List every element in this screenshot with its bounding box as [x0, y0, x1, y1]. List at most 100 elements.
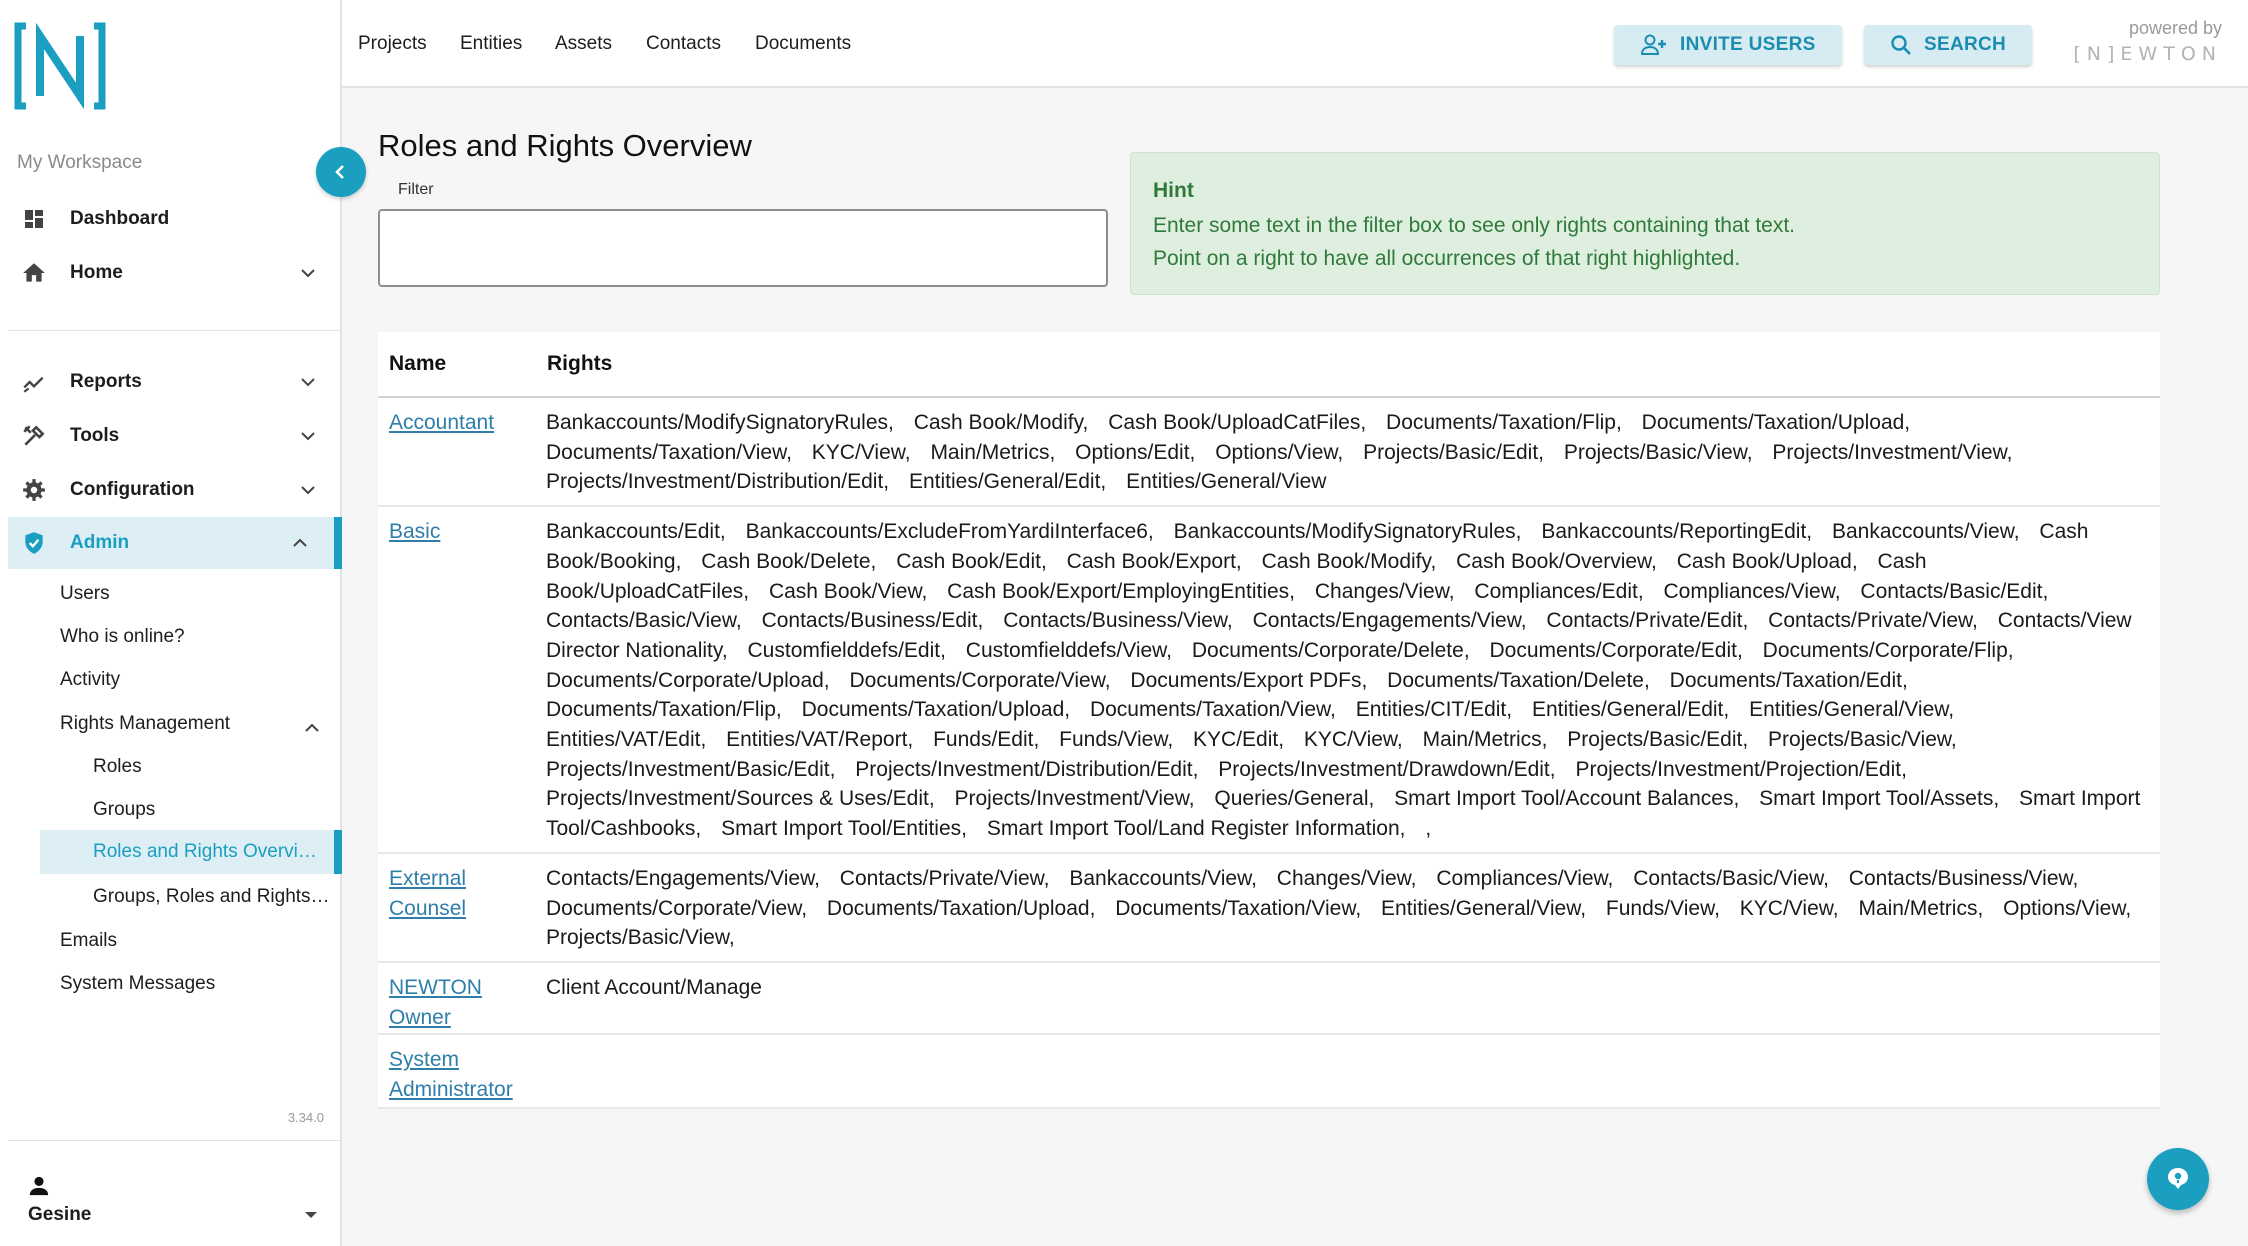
- right-token[interactable]: Entities/VAT/Report,: [726, 728, 913, 751]
- filter-input[interactable]: [378, 209, 1108, 287]
- sidebar-item-dashboard[interactable]: Dashboard: [8, 193, 342, 245]
- role-link[interactable]: Accountant: [389, 411, 494, 434]
- right-token[interactable]: Queries/General,: [1214, 787, 1374, 810]
- sidebar-item-rights-management[interactable]: Rights Management: [60, 713, 230, 735]
- right-token[interactable]: Projects/Investment/Distribution/Edit,: [546, 470, 889, 493]
- right-token[interactable]: KYC/View,: [1740, 897, 1839, 920]
- right-token[interactable]: Projects/Investment/Sources & Uses/Edit,: [546, 787, 935, 810]
- right-token[interactable]: Documents/Taxation/Delete,: [1387, 669, 1650, 692]
- right-token[interactable]: Bankaccounts/View,: [1832, 520, 2020, 543]
- right-token[interactable]: Main/Metrics,: [930, 441, 1055, 464]
- right-token[interactable]: Options/View,: [1215, 441, 1343, 464]
- right-token[interactable]: Projects/Basic/View,: [1768, 728, 1957, 751]
- right-token[interactable]: Cash Book/Export/EmployingEntities,: [947, 580, 1295, 603]
- right-token[interactable]: Smart Import Tool/Land Register Informat…: [987, 817, 1406, 840]
- right-token[interactable]: Options/View,: [2003, 897, 2131, 920]
- right-token[interactable]: Entities/VAT/Edit,: [546, 728, 706, 751]
- sidebar-item-who-is-online[interactable]: Who is online?: [60, 626, 185, 648]
- newton-logo[interactable]: [14, 20, 106, 112]
- right-token[interactable]: Documents/Taxation/View,: [1115, 897, 1361, 920]
- right-token[interactable]: Contacts/Private/View,: [840, 867, 1050, 890]
- right-token[interactable]: Cash Book/Delete,: [701, 550, 876, 573]
- right-token[interactable]: Bankaccounts/ExcludeFromYardiInterface6,: [746, 520, 1154, 543]
- right-token[interactable]: Documents/Corporate/Upload,: [546, 669, 830, 692]
- topnav-projects[interactable]: Projects: [358, 33, 427, 55]
- collapse-sidebar-button[interactable]: [316, 147, 366, 197]
- right-token[interactable]: Main/Metrics,: [1423, 728, 1548, 751]
- right-token[interactable]: Contacts/Basic/View,: [546, 609, 742, 632]
- role-link[interactable]: Basic: [389, 520, 440, 543]
- sidebar-item-groups[interactable]: Groups: [93, 799, 155, 821]
- right-token[interactable]: Options/Edit,: [1075, 441, 1195, 464]
- right-token[interactable]: Projects/Basic/View,: [546, 926, 735, 949]
- topnav-contacts[interactable]: Contacts: [646, 33, 721, 55]
- right-token[interactable]: Documents/Corporate/View,: [850, 669, 1111, 692]
- right-token[interactable]: KYC/View,: [812, 441, 911, 464]
- right-token[interactable]: Projects/Investment/Basic/Edit,: [546, 758, 835, 781]
- right-token[interactable]: Documents/Taxation/Edit,: [1670, 669, 1908, 692]
- right-token[interactable]: ,: [1425, 817, 1431, 840]
- right-token[interactable]: Bankaccounts/View,: [1069, 867, 1257, 890]
- right-token[interactable]: Documents/Taxation/View,: [546, 441, 792, 464]
- right-token[interactable]: Smart Import Tool/Assets,: [1759, 787, 1999, 810]
- sidebar-item-roles-and-rights-overview[interactable]: Roles and Rights Overvi…: [40, 830, 342, 874]
- right-token[interactable]: Projects/Investment/Drawdown/Edit,: [1218, 758, 1555, 781]
- sidebar-item-activity[interactable]: Activity: [60, 669, 120, 691]
- user-name[interactable]: Gesine: [28, 1204, 91, 1226]
- right-token[interactable]: Projects/Basic/Edit,: [1363, 441, 1544, 464]
- right-token[interactable]: Documents/Taxation/Flip,: [1386, 411, 1622, 434]
- right-token[interactable]: Funds/View,: [1059, 728, 1173, 751]
- right-token[interactable]: Contacts/Engagements/View,: [1253, 609, 1527, 632]
- right-token[interactable]: Funds/Edit,: [933, 728, 1039, 751]
- role-link[interactable]: NEWTON Owner: [389, 976, 482, 1029]
- right-token[interactable]: Documents/Export PDFs,: [1130, 669, 1367, 692]
- caret-down-icon[interactable]: [303, 1210, 319, 1220]
- right-token[interactable]: Cash Book/Upload,: [1677, 550, 1858, 573]
- right-token[interactable]: Projects/Basic/View,: [1564, 441, 1753, 464]
- right-token[interactable]: Bankaccounts/ModifySignatoryRules,: [546, 411, 894, 434]
- role-link[interactable]: System Administrator: [389, 1048, 513, 1101]
- right-token[interactable]: Compliances/View,: [1664, 580, 1841, 603]
- right-token[interactable]: Entities/General/Edit,: [1532, 698, 1729, 721]
- right-token[interactable]: Client Account/Manage: [546, 976, 762, 999]
- right-token[interactable]: Entities/General/View: [1126, 470, 1326, 493]
- right-token[interactable]: Bankaccounts/ReportingEdit,: [1541, 520, 1812, 543]
- right-token[interactable]: Bankaccounts/Edit,: [546, 520, 726, 543]
- right-token[interactable]: Entities/CIT/Edit,: [1356, 698, 1512, 721]
- right-token[interactable]: Entities/General/Edit,: [909, 470, 1106, 493]
- right-token[interactable]: Documents/Corporate/Flip,: [1763, 639, 2014, 662]
- search-button[interactable]: SEARCH: [1864, 25, 2033, 65]
- right-token[interactable]: Smart Import Tool/Account Balances,: [1394, 787, 1739, 810]
- right-token[interactable]: Projects/Basic/Edit,: [1567, 728, 1748, 751]
- sidebar-item-configuration[interactable]: Configuration: [8, 464, 342, 516]
- right-token[interactable]: Customfielddefs/View,: [966, 639, 1172, 662]
- right-token[interactable]: Contacts/Business/View,: [1849, 867, 2079, 890]
- right-token[interactable]: Projects/Investment/Distribution/Edit,: [855, 758, 1198, 781]
- right-token[interactable]: Bankaccounts/ModifySignatoryRules,: [1174, 520, 1522, 543]
- right-token[interactable]: Cash Book/Edit,: [896, 550, 1047, 573]
- invite-users-button[interactable]: INVITE USERS: [1614, 25, 1842, 65]
- right-token[interactable]: Projects/Investment/Projection/Edit,: [1575, 758, 1906, 781]
- right-token[interactable]: Customfielddefs/Edit,: [748, 639, 946, 662]
- right-token[interactable]: Cash Book/Export,: [1067, 550, 1242, 573]
- role-link[interactable]: External Counsel: [389, 867, 466, 920]
- right-token[interactable]: Cash Book/Overview,: [1456, 550, 1657, 573]
- right-token[interactable]: Contacts/Basic/View,: [1633, 867, 1829, 890]
- right-token[interactable]: Compliances/Edit,: [1474, 580, 1643, 603]
- right-token[interactable]: Entities/General/View,: [1749, 698, 1954, 721]
- sidebar-item-reports[interactable]: Reports: [8, 356, 342, 408]
- sidebar-item-emails[interactable]: Emails: [60, 930, 117, 952]
- right-token[interactable]: Contacts/Business/View,: [1003, 609, 1233, 632]
- right-token[interactable]: Changes/View,: [1315, 580, 1455, 603]
- right-token[interactable]: Cash Book/Modify,: [914, 411, 1089, 434]
- right-token[interactable]: Documents/Corporate/View,: [546, 897, 807, 920]
- right-token[interactable]: Projects/Investment/View,: [1772, 441, 2012, 464]
- right-token[interactable]: Contacts/Private/Edit,: [1546, 609, 1748, 632]
- right-token[interactable]: Entities/General/View,: [1381, 897, 1586, 920]
- sidebar-item-home[interactable]: Home: [8, 247, 342, 299]
- right-token[interactable]: Cash Book/UploadCatFiles,: [1108, 411, 1366, 434]
- topnav-documents[interactable]: Documents: [755, 33, 851, 55]
- right-token[interactable]: Cash Book/View,: [769, 580, 927, 603]
- sidebar-item-groups-roles-rights[interactable]: Groups, Roles and Rights…: [93, 886, 330, 908]
- right-token[interactable]: Documents/Corporate/Delete,: [1192, 639, 1470, 662]
